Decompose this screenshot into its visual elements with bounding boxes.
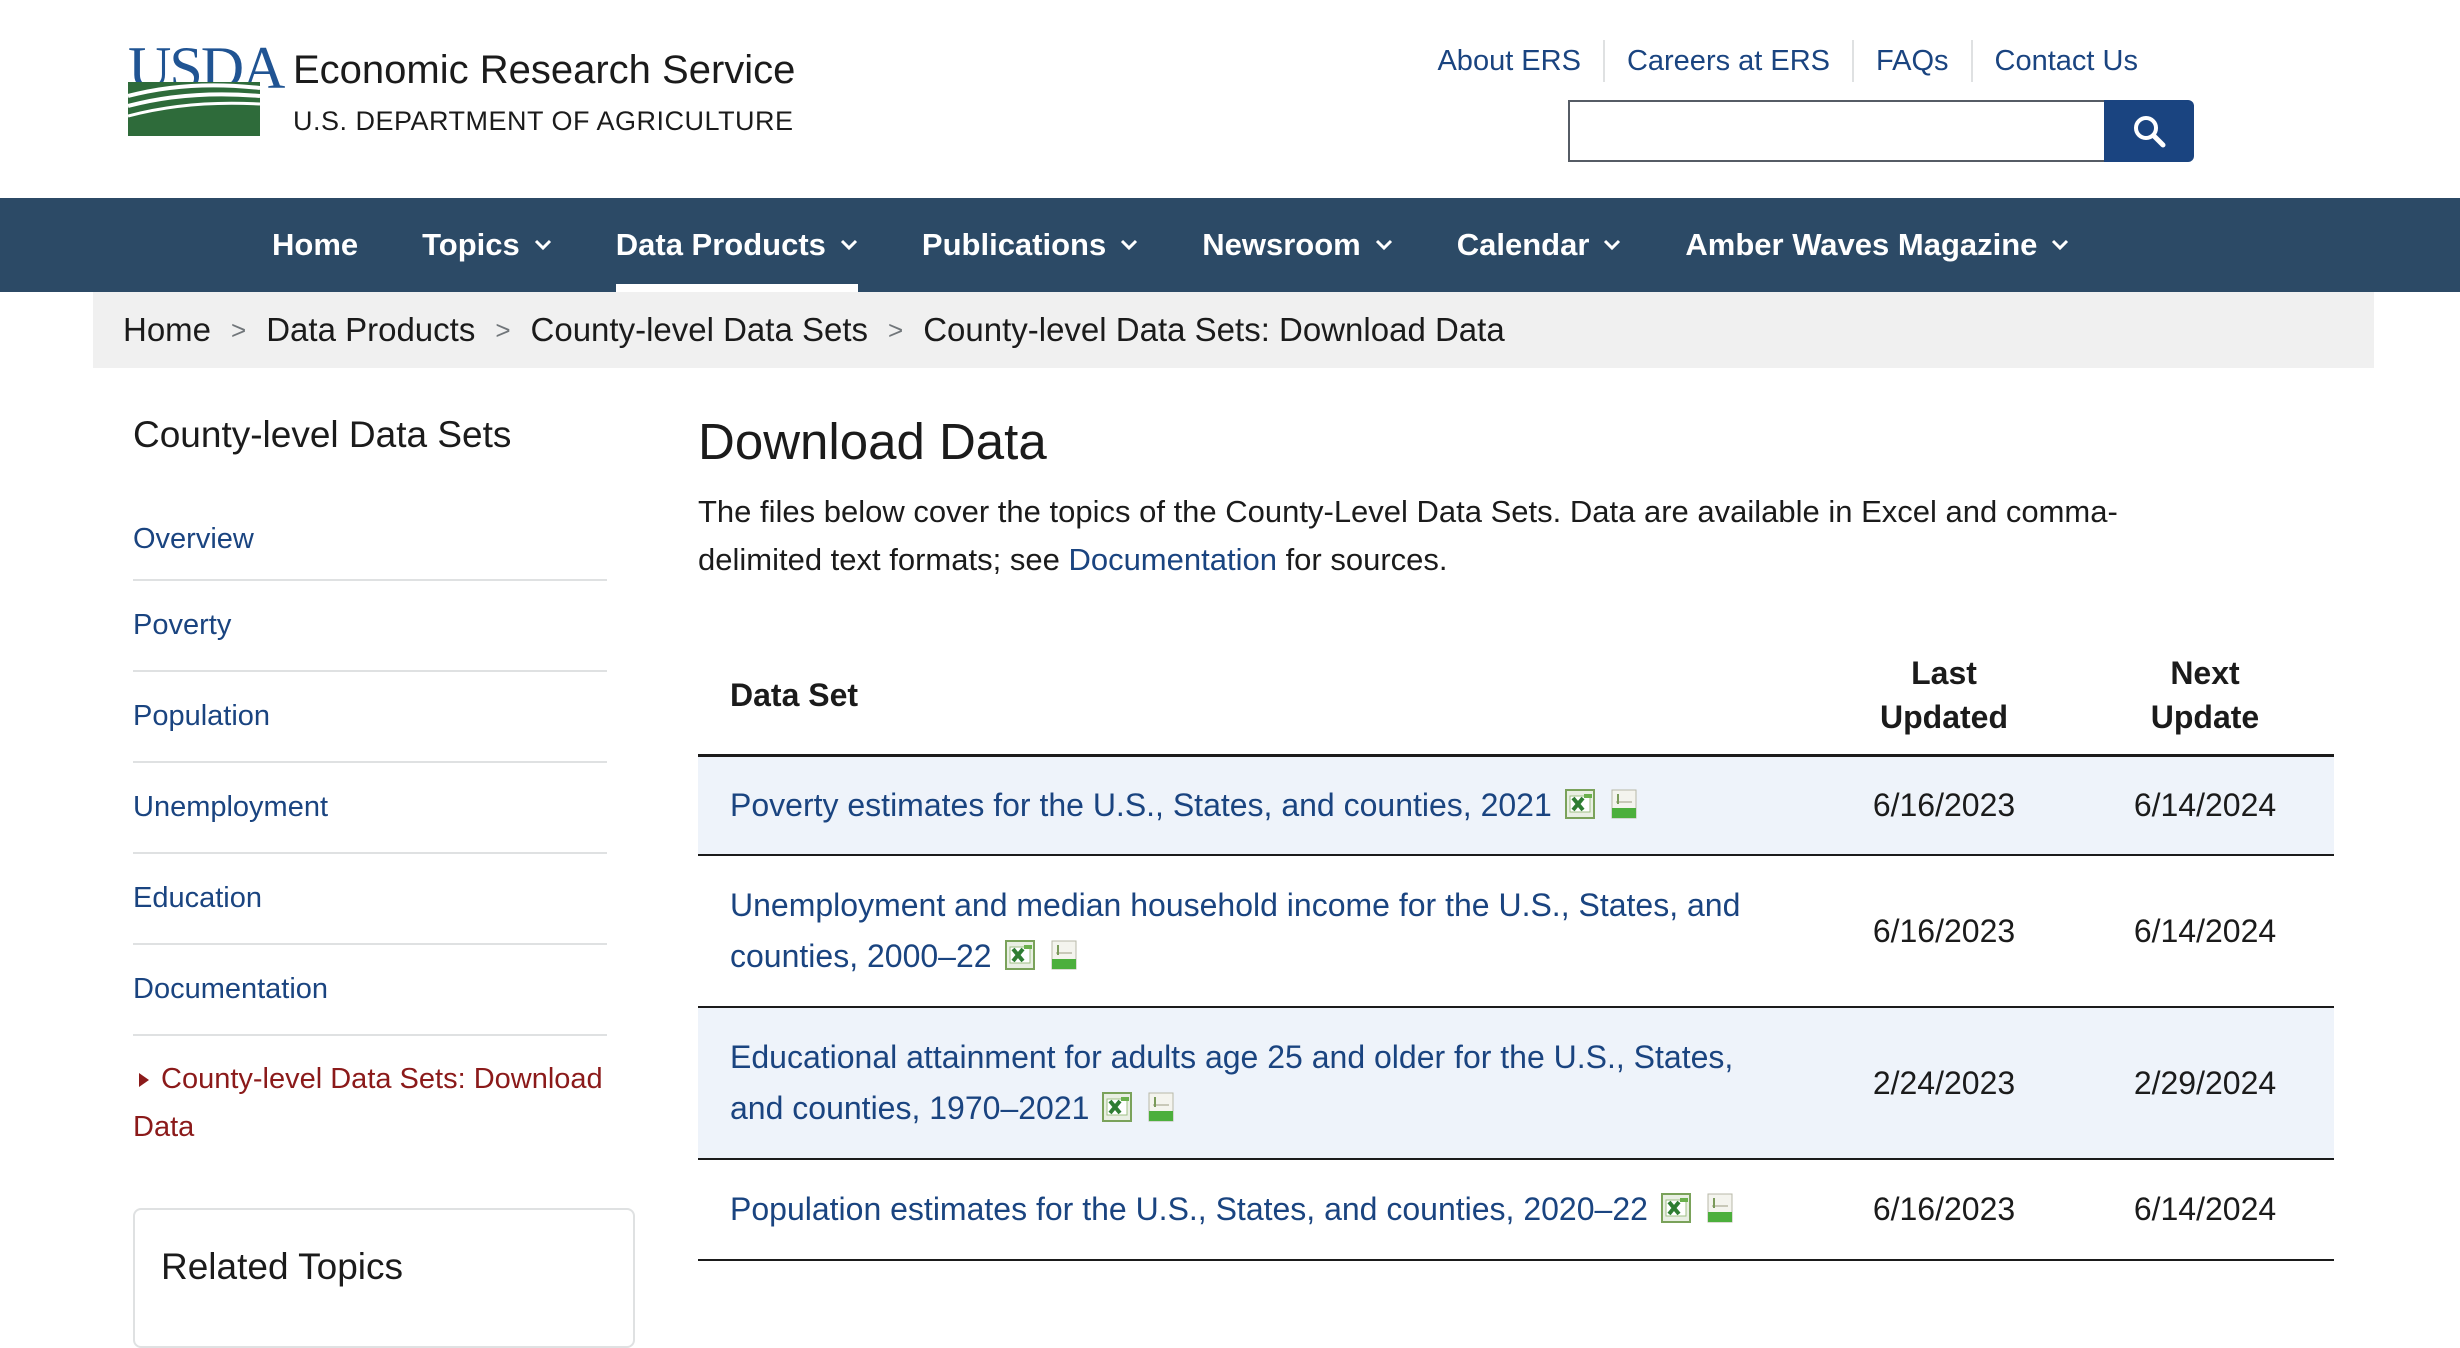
breadcrumb-home[interactable]: Home xyxy=(123,311,211,349)
sidebar-item-population[interactable]: Population xyxy=(133,672,607,763)
nav-item-calendar[interactable]: Calendar xyxy=(1425,198,1654,292)
sidebar-item-current[interactable]: County-level Data Sets: Download Data xyxy=(133,1055,613,1151)
nav-item-label: Home xyxy=(272,227,359,262)
chevron-down-icon xyxy=(534,239,551,251)
sidebar-item-poverty[interactable]: Poverty xyxy=(133,581,607,672)
dataset-link[interactable]: Population estimates for the U.S., State… xyxy=(730,1191,1648,1227)
next-update-cell: 2/29/2024 xyxy=(2076,1007,2334,1160)
nav-item-label: Calendar xyxy=(1456,227,1590,262)
nav-item-label: Amber Waves Magazine xyxy=(1685,227,2038,262)
sidebar-item-overview[interactable]: Overview xyxy=(133,500,607,581)
dataset-link[interactable]: Educational attainment for adults age 25… xyxy=(730,1039,1733,1126)
nav-item-label: Topics xyxy=(422,227,520,262)
breadcrumb-separator: > xyxy=(231,314,247,345)
column-header-label: Next Update xyxy=(2150,655,2260,735)
breadcrumb-separator: > xyxy=(888,314,904,345)
search-button[interactable] xyxy=(2104,100,2194,162)
search-icon xyxy=(2134,116,2166,148)
dataset-cell: Unemployment and median household income… xyxy=(698,855,1812,1008)
table-row: Population estimates for the U.S., State… xyxy=(698,1159,2334,1261)
sidebar-item-documentation[interactable]: Documentation xyxy=(133,945,607,1036)
nav-item-publications[interactable]: Publications xyxy=(890,198,1170,292)
nav-item-newsroom[interactable]: Newsroom xyxy=(1170,198,1424,292)
chevron-down-icon xyxy=(1375,239,1392,251)
excel-file-icon[interactable] xyxy=(1660,1192,1692,1224)
csv-file-icon[interactable] xyxy=(1048,939,1080,971)
column-header-data-set: Data Set xyxy=(698,636,1812,757)
sidebar-item-unemployment[interactable]: Unemployment xyxy=(133,763,607,854)
breadcrumb-county-level[interactable]: County-level Data Sets xyxy=(531,311,869,349)
caret-right-icon xyxy=(139,1073,149,1088)
column-header-last-updated: Last Updated xyxy=(1812,636,2076,757)
search-box xyxy=(1568,100,2194,162)
last-updated-cell: 6/16/2023 xyxy=(1812,855,2076,1008)
sidebar-title: County-level Data Sets xyxy=(133,414,512,455)
table-row: Educational attainment for adults age 25… xyxy=(698,1007,2334,1160)
intro-paragraph: The files below cover the topics of the … xyxy=(698,488,2238,584)
column-header-next-update: Next Update xyxy=(2076,636,2334,757)
csv-file-icon[interactable] xyxy=(1704,1192,1736,1224)
chevron-down-icon xyxy=(1121,239,1138,251)
usda-logo[interactable]: USDA xyxy=(128,38,285,136)
related-topics-card: Related Topics xyxy=(133,1208,635,1348)
contact-us-link[interactable]: Contact Us xyxy=(1970,40,2160,82)
last-updated-cell: 2/24/2023 xyxy=(1812,1007,2076,1160)
chevron-down-icon xyxy=(840,239,857,251)
search-input[interactable] xyxy=(1568,100,2104,162)
page-title: Download Data xyxy=(698,413,1047,470)
nav-item-label: Newsroom xyxy=(1202,227,1361,262)
nav-item-label: Publications xyxy=(921,227,1107,262)
dataset-cell: Population estimates for the U.S., State… xyxy=(698,1159,1812,1261)
dataset-cell: Educational attainment for adults age 25… xyxy=(698,1007,1812,1160)
table-row: Poverty estimates for the U.S., States, … xyxy=(698,755,2334,856)
last-updated-cell: 6/16/2023 xyxy=(1812,1159,2076,1261)
nav-item-topics[interactable]: Topics xyxy=(390,198,584,292)
intro-text-end: for sources. xyxy=(1276,542,1448,577)
nav-item-amber-waves[interactable]: Amber Waves Magazine xyxy=(1653,198,2101,292)
excel-file-icon[interactable] xyxy=(1564,788,1596,820)
utility-nav: About ERS Careers at ERS FAQs Contact Us xyxy=(1415,40,2160,82)
breadcrumb-data-products[interactable]: Data Products xyxy=(266,311,475,349)
nav-item-data-products[interactable]: Data Products xyxy=(584,198,890,292)
nav-item-home[interactable]: Home xyxy=(240,198,390,292)
breadcrumb: Home > Data Products > County-level Data… xyxy=(93,292,2374,368)
sidebar-item-education[interactable]: Education xyxy=(133,854,607,945)
dataset-link[interactable]: Poverty estimates for the U.S., States, … xyxy=(730,787,1552,823)
breadcrumb-separator: > xyxy=(495,314,511,345)
about-ers-link[interactable]: About ERS xyxy=(1415,40,1602,82)
usda-logo-mark xyxy=(128,82,260,136)
nav-item-label: Data Products xyxy=(615,227,826,262)
table-header-row: Data Set Last Updated Next Update xyxy=(698,636,2334,757)
next-update-cell: 6/14/2024 xyxy=(2076,1159,2334,1261)
column-header-label: Last Updated xyxy=(1880,655,2008,735)
faqs-link[interactable]: FAQs xyxy=(1852,40,1971,82)
sidebar-nav: Overview Poverty Population Unemployment… xyxy=(133,500,607,1036)
next-update-cell: 6/14/2024 xyxy=(2076,755,2334,856)
last-updated-cell: 6/16/2023 xyxy=(1812,755,2076,856)
csv-file-icon[interactable] xyxy=(1145,1091,1177,1123)
main-nav: Home Topics Data Products Publications N… xyxy=(0,198,2460,292)
chevron-down-icon xyxy=(2052,239,2069,251)
careers-link[interactable]: Careers at ERS xyxy=(1602,40,1852,82)
chevron-down-icon xyxy=(1604,239,1621,251)
documentation-link[interactable]: Documentation xyxy=(1068,542,1277,577)
department-name: U.S. DEPARTMENT OF AGRICULTURE xyxy=(293,106,794,136)
sidebar-item-current-label: County-level Data Sets: Download Data xyxy=(133,1063,603,1143)
dataset-link[interactable]: Unemployment and median household income… xyxy=(730,887,1740,974)
table-row: Unemployment and median household income… xyxy=(698,855,2334,1008)
agency-name[interactable]: Economic Research Service xyxy=(293,48,795,93)
dataset-cell: Poverty estimates for the U.S., States, … xyxy=(698,755,1812,856)
data-download-table: Data Set Last Updated Next Update Povert… xyxy=(698,636,2334,1261)
excel-file-icon[interactable] xyxy=(1004,939,1036,971)
next-update-cell: 6/14/2024 xyxy=(2076,855,2334,1008)
excel-file-icon[interactable] xyxy=(1101,1091,1133,1123)
csv-file-icon[interactable] xyxy=(1608,788,1640,820)
related-topics-title: Related Topics xyxy=(161,1246,404,1287)
breadcrumb-current: County-level Data Sets: Download Data xyxy=(923,311,1505,348)
